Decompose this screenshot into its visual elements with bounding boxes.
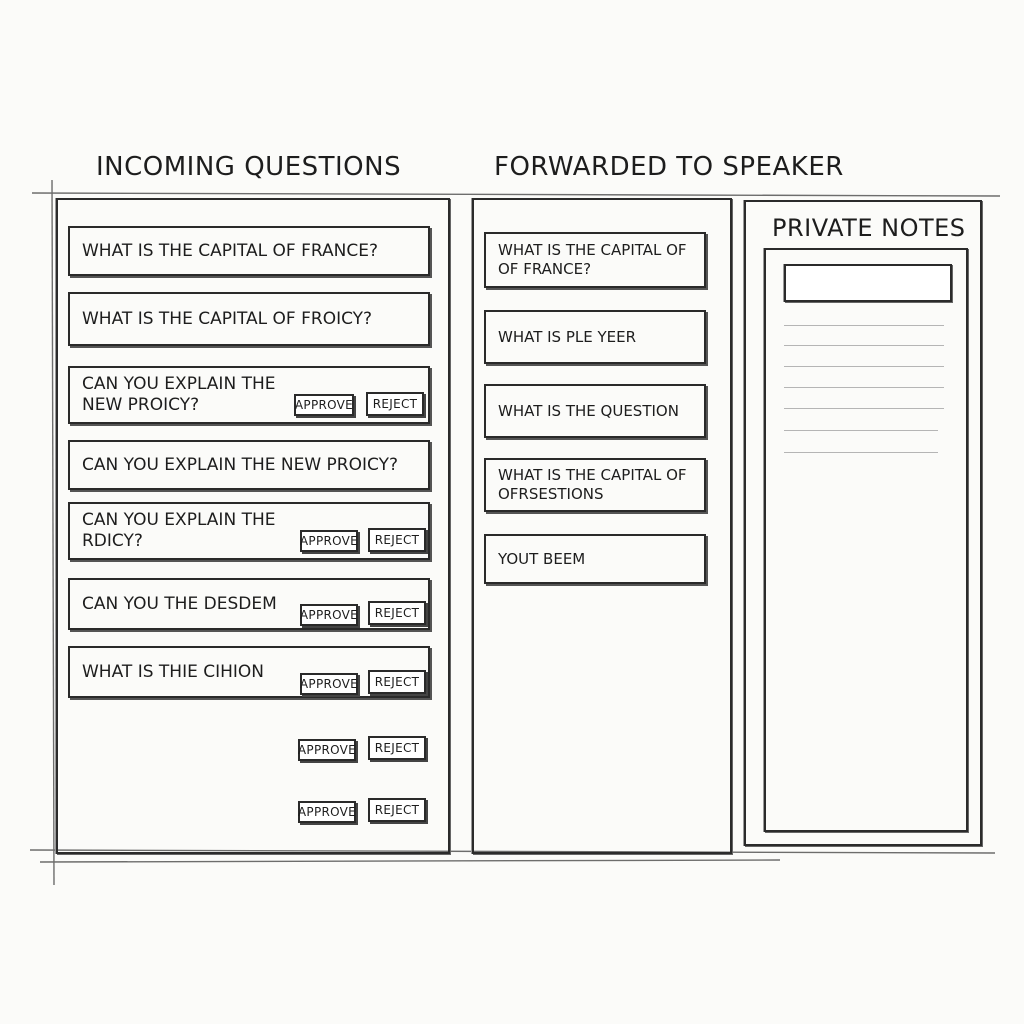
- question-text: Can you explain the rdicy?: [82, 510, 276, 551]
- approve-button[interactable]: Approve: [300, 530, 358, 552]
- approve-button[interactable]: Approve: [294, 394, 354, 416]
- note-line: [784, 366, 944, 367]
- reject-button[interactable]: Reject: [366, 392, 424, 416]
- forwarded-panel: [472, 198, 732, 854]
- question-text: Can you explain the new proicy?: [82, 454, 398, 475]
- forwarded-item[interactable]: What is the capital of of France?: [484, 232, 706, 288]
- forwarded-item[interactable]: What is the question: [484, 384, 706, 438]
- approve-button[interactable]: Approve: [300, 604, 358, 626]
- note-line: [784, 430, 938, 431]
- question-text: What is the capital of France?: [82, 240, 378, 261]
- question-text: What is the capital of Froicy?: [82, 308, 373, 329]
- forwarded-item[interactable]: What is ple yeer: [484, 310, 706, 364]
- reject-button[interactable]: Reject: [368, 601, 426, 625]
- reject-button[interactable]: Reject: [368, 670, 426, 694]
- incoming-questions-title: Incoming Questions: [96, 152, 402, 182]
- question-text: Can you explain the new proicy?: [82, 374, 276, 415]
- note-line: [784, 345, 944, 346]
- notes-area[interactable]: [764, 248, 968, 832]
- notes-input[interactable]: [784, 264, 952, 302]
- forwarded-title: Forwarded to Speaker: [494, 152, 844, 182]
- question-card[interactable]: What is the capital of Froicy?: [68, 292, 430, 346]
- note-line: [784, 325, 944, 326]
- reject-button[interactable]: Reject: [368, 736, 426, 760]
- question-text: Can you the desdem: [82, 593, 277, 614]
- note-line: [784, 387, 944, 388]
- question-text: What is thie cihion: [82, 661, 265, 682]
- note-line: [784, 452, 938, 453]
- forwarded-item[interactable]: Yout beem: [484, 534, 706, 584]
- note-line: [784, 408, 944, 409]
- approve-button[interactable]: Approve: [298, 801, 356, 823]
- approve-button[interactable]: Approve: [300, 673, 358, 695]
- private-notes-title: Private Notes: [772, 214, 966, 242]
- reject-button[interactable]: Reject: [368, 798, 426, 822]
- reject-button[interactable]: Reject: [368, 528, 426, 552]
- question-card[interactable]: What is the capital of France?: [68, 226, 430, 276]
- forwarded-item[interactable]: What is the capital of ofrsestions: [484, 458, 706, 512]
- approve-button[interactable]: Approve: [298, 739, 356, 761]
- question-card[interactable]: Can you explain the new proicy?: [68, 440, 430, 490]
